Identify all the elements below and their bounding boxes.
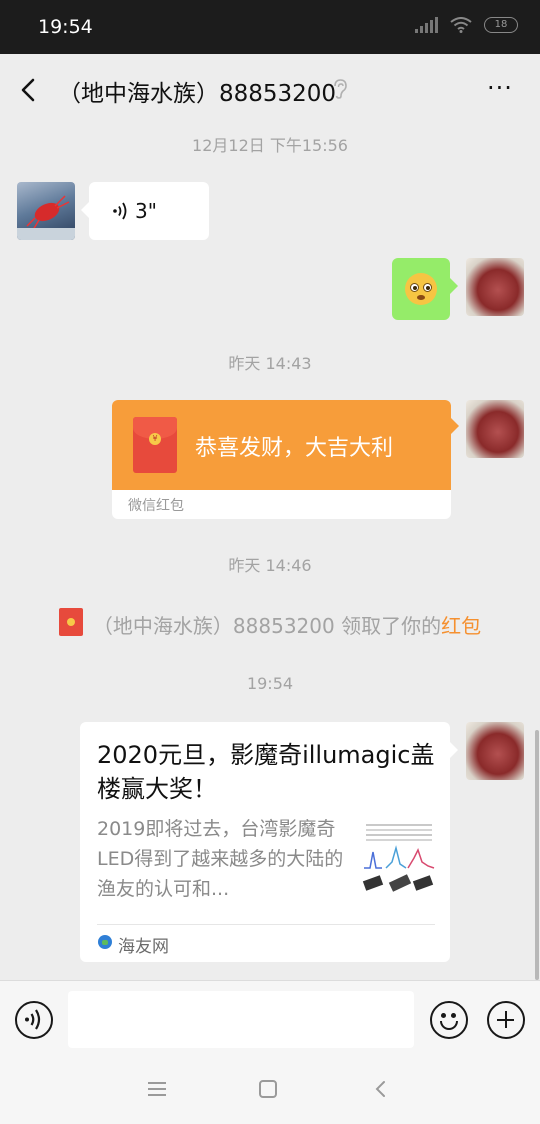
voice-message[interactable]: 3" [81,182,209,240]
shrimp-image [17,195,75,240]
chat-title: （地中海水族）88853200 [58,81,337,107]
scrollbar[interactable] [535,730,539,980]
time-label: 昨天 14:43 [228,354,312,373]
card-description: 2019即将过去，台湾影魔奇LED得到了越来越多的大陆的渔友的认可和... [97,818,344,900]
system-notice: （地中海水族）88853200 领取了你的红包 [0,608,540,639]
wifi-icon [450,17,472,33]
chat-header: （地中海水族）88853200 ··· [0,54,540,126]
my-avatar[interactable] [466,722,524,780]
more-functions-button[interactable] [487,1001,525,1039]
my-avatar[interactable] [466,258,524,316]
status-time: 19:54 [38,16,93,38]
red-packet-label: 微信红包 [128,498,184,514]
source-logo-icon [98,935,112,949]
recent-apps-icon[interactable] [148,1082,166,1096]
battery-icon: 18 [484,17,518,33]
emoji-message[interactable] [392,258,458,320]
status-icons: 18 [415,17,518,33]
message-input[interactable] [68,991,414,1048]
earpiece-mode-icon [334,79,347,99]
signal-icon [415,17,438,33]
shocked-face-icon [405,273,437,305]
red-packet-greeting: 恭喜发财，大吉大利 [195,436,394,461]
voice-duration: 3" [135,199,157,223]
time-label: 昨天 14:46 [228,556,312,575]
voice-wave-icon [25,1009,41,1030]
system-nav-bar [0,1056,540,1124]
system-notice-text: （地中海水族）88853200 领取了你的 [92,614,442,638]
voice-wave-icon [113,202,127,220]
home-icon[interactable] [259,1080,277,1098]
card-title: 2020元旦，影魔奇illumagic盖楼赢大奖！ [97,741,435,803]
emoji-button[interactable] [430,1001,468,1039]
contact-avatar[interactable] [17,182,75,240]
red-packet-message[interactable]: ¥ 恭喜发财，大吉大利 微信红包 [112,400,451,519]
time-label: 19:54 [246,674,294,693]
red-packet-link[interactable]: 红包 [441,614,481,638]
time-label: 12月12日 下午15:56 [192,136,348,155]
red-envelope-icon: ¥ [133,417,177,473]
more-icon[interactable]: ··· [484,76,516,102]
card-thumbnail-image [362,818,436,896]
my-avatar[interactable] [466,400,524,458]
battery-level: 18 [494,19,508,30]
link-card-message[interactable]: 2020元旦，影魔奇illumagic盖楼赢大奖！ 2019即将过去，台湾影魔奇… [80,722,458,962]
input-bar [0,980,540,1056]
back-nav-icon[interactable] [372,1080,390,1098]
voice-input-button[interactable] [15,1001,53,1039]
message-list: 12月12日 下午15:56 3" 昨天 14:43 ¥ 恭喜发财，大吉大利 微… [0,126,540,980]
back-icon[interactable] [14,72,44,108]
red-packet-mini-icon [58,608,83,636]
status-bar: 19:54 18 [0,0,540,54]
card-source: 海友网 [118,937,169,957]
